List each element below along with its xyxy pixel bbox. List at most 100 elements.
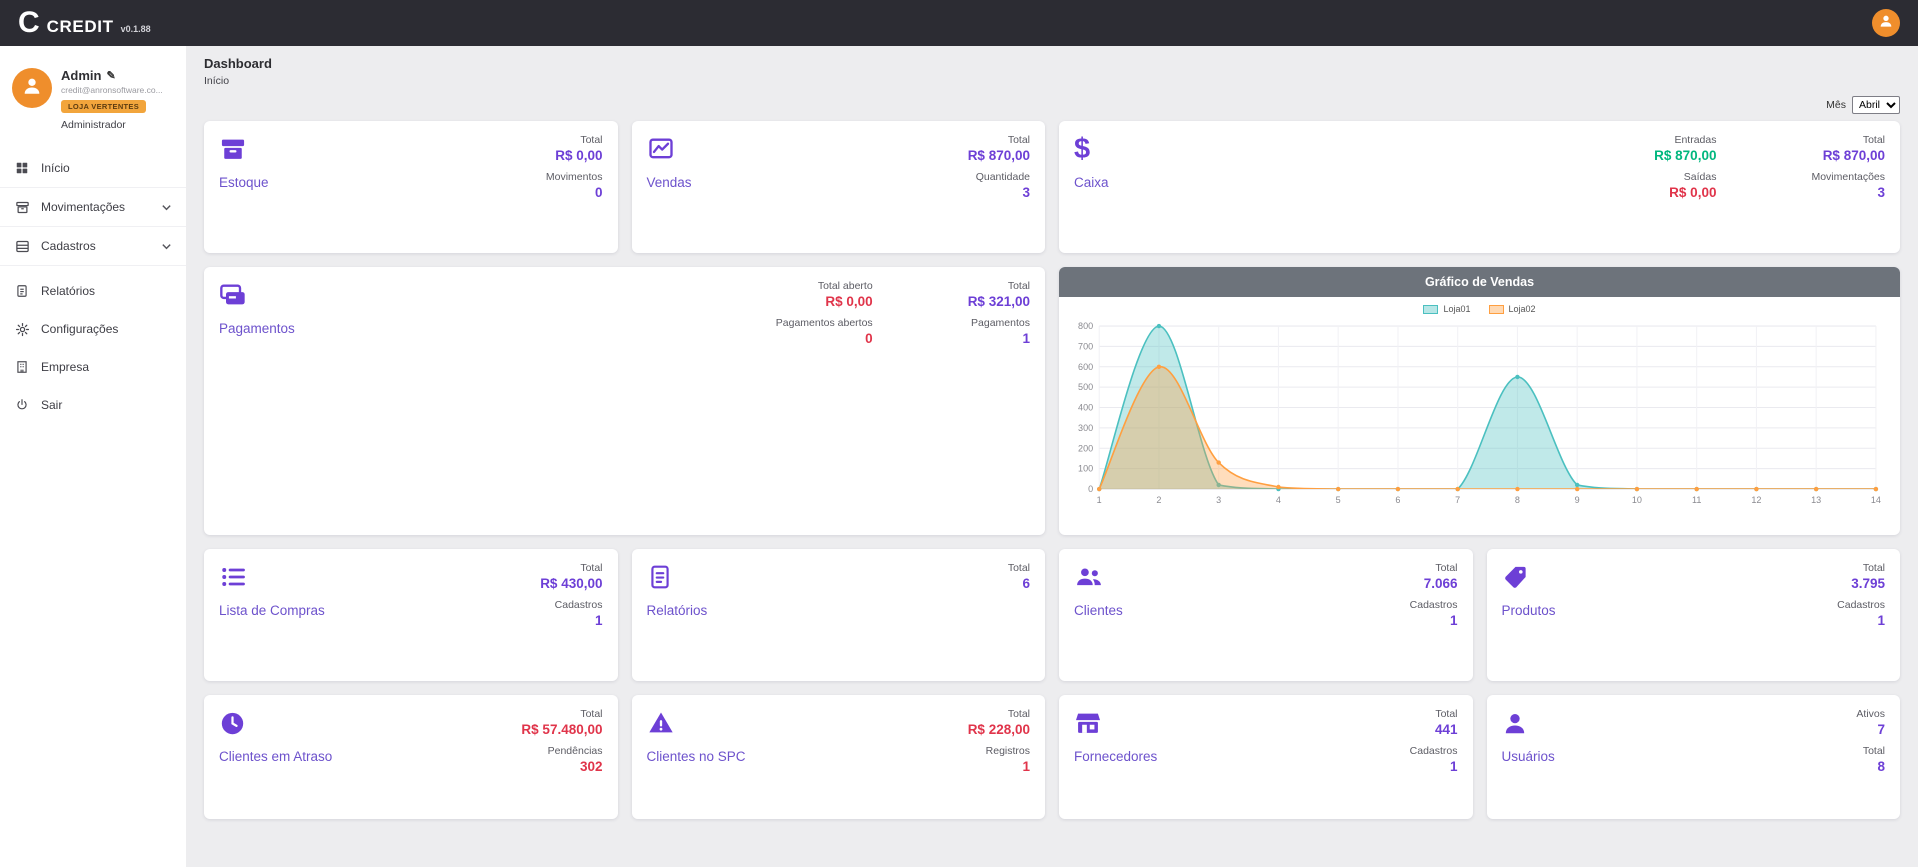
sidebar-item-sair[interactable]: Sair [0, 386, 186, 424]
stat-label: Saídas [1654, 171, 1716, 183]
card-pagamentos[interactable]: Pagamentos Total abertoR$ 0,00 Pagamento… [204, 267, 1045, 535]
breadcrumb: Início [204, 75, 1900, 87]
file-icon [14, 283, 30, 299]
svg-text:10: 10 [1632, 495, 1642, 505]
legend-item-loja01[interactable]: Loja01 [1423, 304, 1470, 314]
page-title: Dashboard [204, 56, 1900, 71]
brand-name: CREDIT [47, 17, 114, 37]
card-title[interactable]: Lista de Compras [219, 603, 325, 618]
stat-value: R$ 228,00 [968, 722, 1030, 737]
stat-value: R$ 57.480,00 [521, 722, 602, 737]
svg-text:5: 5 [1336, 495, 1341, 505]
card-title[interactable]: Fornecedores [1074, 749, 1157, 764]
list-icon [14, 238, 30, 254]
sidebar-item-label: Sair [41, 398, 62, 412]
stat-value: R$ 430,00 [540, 576, 602, 591]
user-email: credit@anronsoftware.co... [61, 85, 163, 95]
card-title[interactable]: Usuários [1502, 749, 1555, 764]
card-fornecedores[interactable]: Fornecedores Total441 Cadastros1 [1059, 695, 1473, 819]
card-title[interactable]: Vendas [647, 175, 692, 190]
card-title[interactable]: Clientes [1074, 603, 1123, 618]
card-lista-de-compras[interactable]: Lista de Compras Total R$ 430,00 Cadastro… [204, 549, 618, 681]
top-header: C CREDIT v0.1.88 [0, 0, 1918, 46]
building-icon [14, 359, 30, 375]
stat-value: 1 [968, 759, 1030, 774]
card-caixa[interactable]: $ Caixa EntradasR$ 870,00 SaídasR$ 0,00 … [1059, 121, 1900, 253]
sidebar-item-inicio[interactable]: Início [0, 149, 186, 187]
user-avatar[interactable] [1872, 9, 1900, 37]
sidebar-item-empresa[interactable]: Empresa [0, 348, 186, 386]
card-title[interactable]: Clientes no SPC [647, 749, 746, 764]
stat-label: Total [546, 134, 603, 146]
sidebar-item-label: Cadastros [41, 239, 96, 253]
stat-value: 302 [521, 759, 602, 774]
stat-label: Total [1856, 745, 1885, 757]
stat-label: Ativos [1856, 708, 1885, 720]
month-select[interactable]: Abril [1852, 96, 1900, 114]
box-icon [14, 199, 30, 215]
sidebar-item-configuracoes[interactable]: Configurações [0, 310, 186, 348]
sales-area-chart: 0100200300400500600700800123456789101112… [1059, 314, 1900, 519]
store-icon [1074, 708, 1102, 738]
card-title[interactable]: Estoque [219, 175, 269, 190]
stat-value: 3 [1811, 185, 1885, 200]
stat-label: Total [968, 708, 1030, 720]
card-title[interactable]: Caixa [1074, 175, 1109, 190]
app-version: v0.1.88 [121, 24, 151, 34]
legend-item-loja02[interactable]: Loja02 [1489, 304, 1536, 314]
card-estoque[interactable]: Estoque TotalR$ 0,00 Movimentos0 [204, 121, 618, 253]
card-title[interactable]: Produtos [1502, 603, 1556, 618]
card-relatorios[interactable]: Relatórios Total6 [632, 549, 1046, 681]
stat-value: 1 [1837, 613, 1885, 628]
card-clientes[interactable]: Clientes Total7.066 Cadastros1 [1059, 549, 1473, 681]
svg-text:12: 12 [1751, 495, 1761, 505]
chart-line-icon [647, 134, 675, 164]
svg-text:800: 800 [1078, 321, 1093, 331]
clock-icon [219, 708, 246, 738]
card-clientes-em-atraso[interactable]: Clientes em Atraso TotalR$ 57.480,00 Pen… [204, 695, 618, 819]
svg-text:6: 6 [1395, 495, 1400, 505]
sidebar-item-label: Movimentações [41, 200, 125, 214]
card-title[interactable]: Clientes em Atraso [219, 749, 332, 764]
svg-text:200: 200 [1078, 443, 1093, 453]
sidebar: Admin ✎ credit@anronsoftware.co... LOJA … [0, 46, 186, 867]
card-clientes-no-spc[interactable]: Clientes no SPC TotalR$ 228,00 Registros… [632, 695, 1046, 819]
sidebar-item-movimentacoes[interactable]: Movimentações [0, 187, 186, 226]
tag-icon [1502, 562, 1529, 592]
stat-label: Total [1811, 134, 1885, 146]
list-bullets-icon [219, 562, 247, 592]
stat-label: Cadastros [540, 599, 602, 611]
svg-text:600: 600 [1078, 362, 1093, 372]
people-group-icon [1074, 562, 1104, 592]
stat-label: Total [540, 562, 602, 574]
main-content: Dashboard Início Mês Abril Estoque Total… [186, 46, 1918, 867]
chart-legend: Loja01 Loja02 [1059, 297, 1900, 314]
person-icon [1878, 13, 1894, 34]
chart-title: Gráfico de Vendas [1059, 267, 1900, 297]
stat-label: Total [1410, 562, 1458, 574]
app-logo: C [18, 0, 40, 46]
stat-value: R$ 0,00 [776, 294, 873, 309]
svg-text:8: 8 [1515, 495, 1520, 505]
dollar-icon: $ [1074, 134, 1090, 164]
sidebar-item-relatorios[interactable]: Relatórios [0, 272, 186, 310]
chevron-down-icon [161, 241, 172, 252]
chevron-down-icon [161, 202, 172, 213]
sidebar-item-label: Configurações [41, 322, 118, 336]
card-usuarios[interactable]: Usuários Ativos7 Total8 [1487, 695, 1901, 819]
sidebar-item-cadastros[interactable]: Cadastros [0, 226, 186, 266]
svg-text:7: 7 [1455, 495, 1460, 505]
sidebar-nav: Início Movimentações Cadastros [0, 149, 186, 424]
stat-label: Pagamentos [968, 317, 1030, 329]
edit-profile-icon[interactable]: ✎ [106, 69, 115, 82]
document-icon [647, 562, 673, 592]
stat-label: Cadastros [1410, 599, 1458, 611]
stat-label: Total [1410, 708, 1458, 720]
card-title[interactable]: Relatórios [647, 603, 708, 618]
card-produtos[interactable]: Produtos Total3.795 Cadastros1 [1487, 549, 1901, 681]
stat-value: R$ 870,00 [1654, 148, 1716, 163]
card-title[interactable]: Pagamentos [219, 321, 295, 336]
card-vendas[interactable]: Vendas TotalR$ 870,00 Quantidade3 [632, 121, 1046, 253]
svg-text:700: 700 [1078, 341, 1093, 351]
month-filter: Mês Abril [204, 96, 1900, 114]
